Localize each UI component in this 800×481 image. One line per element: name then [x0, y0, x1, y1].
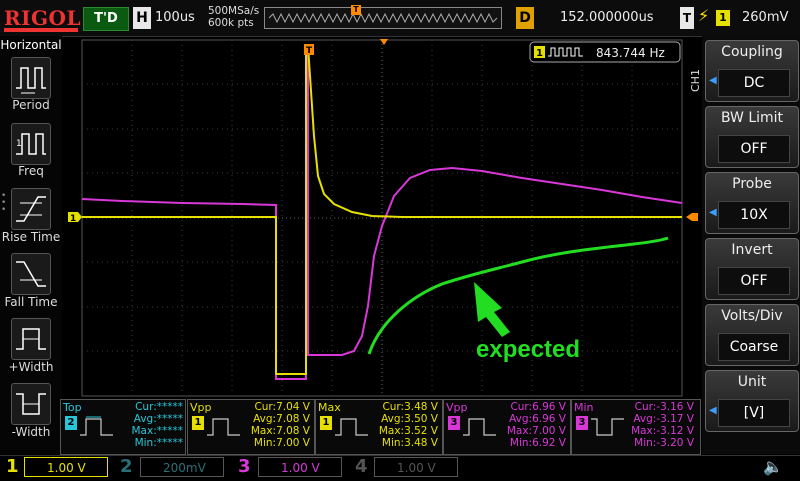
- max-measure-icon: [335, 418, 368, 436]
- memory-overview-window: T: [264, 5, 502, 29]
- vpp-measure-icon: [207, 418, 240, 436]
- svg-text:1: 1: [16, 139, 22, 149]
- logo-underline: [4, 28, 78, 32]
- rigol-logo: RIGOL: [4, 6, 82, 30]
- unit-title: Unit: [737, 374, 767, 390]
- waveform-display[interactable]: expected 1 T 1 843.744 Hz: [62, 36, 702, 398]
- volts-div-button[interactable]: Volts/Div Coarse: [705, 304, 799, 366]
- probe-arrow-icon: ◀: [709, 207, 717, 218]
- measurement-vpp-ch1[interactable]: Vpp 1 Cur:7.04 V Avg:7.08 V Max:7.08 V M…: [187, 399, 315, 455]
- period-button[interactable]: [11, 57, 51, 99]
- timebase-value[interactable]: 100us: [155, 10, 205, 25]
- measurement-top[interactable]: Top 2 Cur:***** Avg:***** Max:***** Min:…: [60, 399, 186, 455]
- probe-title: Probe: [732, 176, 772, 192]
- volts-div-value: Coarse: [718, 333, 790, 361]
- period-icon: [16, 67, 46, 94]
- trigger-source-badge: 1: [716, 10, 730, 26]
- fall-time-button[interactable]: [11, 253, 51, 295]
- memory-trigger-marker: T: [351, 5, 361, 15]
- period-label: Period: [12, 98, 50, 112]
- top-measure-icon: [80, 416, 113, 436]
- rise-time-label: Rise Time: [1, 230, 61, 244]
- invert-button[interactable]: Invert OFF: [705, 238, 799, 300]
- trigger-level-value[interactable]: 260mV: [742, 10, 788, 25]
- expected-annotation: expected: [476, 336, 580, 363]
- ch1-scale[interactable]: 1.00 V: [24, 457, 108, 477]
- invert-value: OFF: [718, 267, 790, 295]
- rise-time-icon: [16, 196, 46, 222]
- negative-width-label: -Width: [11, 425, 51, 439]
- unit-value: [V]: [718, 399, 790, 427]
- probe-value: 10X: [718, 201, 790, 229]
- probe-button[interactable]: Probe ◀ 10X: [705, 172, 799, 234]
- frequency-readout: 1 843.744 Hz: [529, 41, 681, 63]
- measurement-min-ch3[interactable]: Min 3 Cur:-3.16 V Avg:-3.17 V Max:-3.12 …: [571, 399, 701, 455]
- measurement-max-ch1[interactable]: Max 1 Cur:3.48 V Avg:3.50 V Max:3.52 V M…: [315, 399, 443, 455]
- ch1-number[interactable]: 1: [6, 455, 19, 479]
- positive-width-label: +Width: [8, 360, 54, 374]
- frequency-button[interactable]: 1: [11, 123, 51, 165]
- volts-div-title: Volts/Div: [721, 308, 783, 324]
- bw-limit-title: BW Limit: [720, 110, 784, 126]
- frequency-label: Freq: [18, 164, 44, 178]
- speaker-icon[interactable]: 🔈: [763, 457, 783, 476]
- trigger-point-marker: T: [304, 44, 314, 56]
- rise-time-button[interactable]: [11, 188, 51, 230]
- ch1-offset-marker[interactable]: 1: [68, 212, 82, 224]
- delay-value[interactable]: 152.000000us: [560, 10, 654, 25]
- coupling-value: DC: [718, 69, 790, 97]
- positive-width-button[interactable]: [11, 318, 51, 360]
- coupling-title: Coupling: [721, 44, 783, 60]
- horizontal-label: H: [133, 7, 151, 29]
- min-measure-icon: [591, 418, 624, 436]
- ch2-scale[interactable]: 200mV: [140, 457, 224, 477]
- frequency-icon: 1: [16, 133, 46, 155]
- trigger-position-marker[interactable]: [380, 39, 388, 45]
- bw-limit-value: OFF: [718, 135, 790, 163]
- left-scroll-dots: • • •: [1, 191, 7, 215]
- fall-time-icon: [16, 261, 46, 287]
- delay-label: D: [516, 7, 534, 29]
- measure-category-title: Horizontal: [0, 38, 62, 52]
- memory-overview-waveform: [268, 12, 498, 24]
- ch3-number[interactable]: 3: [238, 455, 251, 479]
- svg-text:1: 1: [536, 48, 543, 59]
- ch3-scale[interactable]: 1.00 V: [258, 457, 342, 477]
- positive-width-icon: [16, 328, 46, 350]
- ch4-number[interactable]: 4: [355, 455, 368, 479]
- ch4-scale[interactable]: 1.00 V: [374, 457, 458, 477]
- trigger-status-badge: T'D: [83, 7, 129, 31]
- measurement-vpp-ch3[interactable]: Vpp 3 Cur:6.96 V Avg:6.96 V Max:7.00 V M…: [443, 399, 571, 455]
- negative-width-button[interactable]: [11, 383, 51, 425]
- invert-title: Invert: [731, 242, 773, 258]
- ch2-number[interactable]: 2: [120, 455, 133, 479]
- svg-text:T: T: [306, 46, 313, 56]
- memory-depth: 600k pts: [208, 17, 254, 29]
- bw-limit-button[interactable]: BW Limit OFF: [705, 106, 799, 168]
- trigger-level-marker[interactable]: [686, 213, 698, 221]
- trigger-edge-icon: ⚡: [698, 6, 710, 25]
- negative-width-icon: [16, 393, 46, 415]
- coupling-button[interactable]: Coupling ◀ DC: [705, 40, 799, 102]
- fall-time-label: Fall Time: [4, 295, 58, 309]
- unit-button[interactable]: Unit ◀ [V]: [705, 370, 799, 432]
- trigger-label: T: [680, 7, 694, 29]
- frequency-value: 843.744 Hz: [596, 46, 665, 60]
- ch1-marker-label: 1: [70, 214, 76, 224]
- expected-arrow: [474, 282, 510, 337]
- vpp-measure-icon: [463, 418, 496, 436]
- coupling-arrow-icon: ◀: [709, 75, 717, 86]
- sample-rate: 500MSa/s: [208, 5, 260, 17]
- channel-menu-tag: CH1: [689, 69, 702, 92]
- unit-arrow-icon: ◀: [709, 405, 717, 416]
